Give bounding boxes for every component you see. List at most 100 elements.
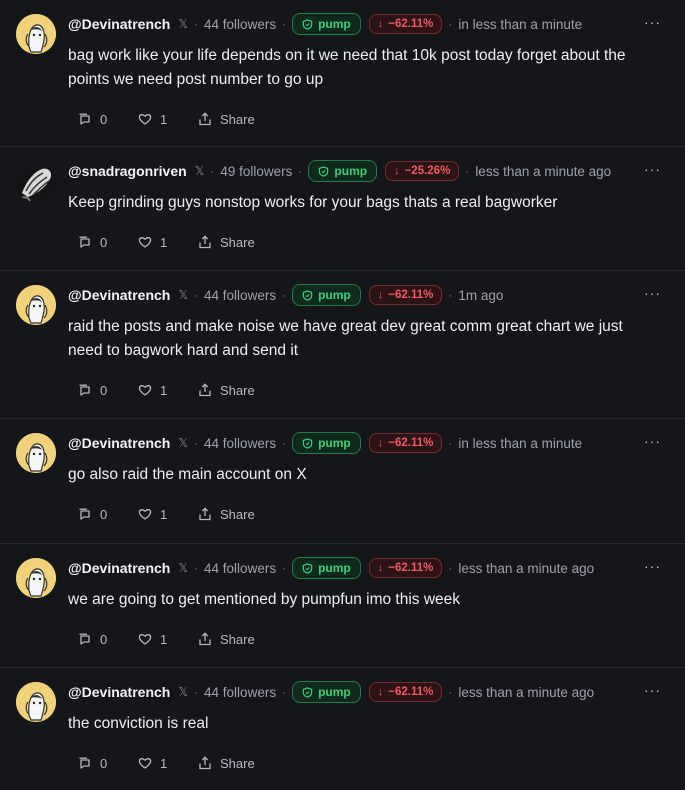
like-count: 1	[160, 111, 168, 127]
post-actions: 0 1 Share	[68, 504, 669, 524]
pump-badge[interactable]: pump	[292, 13, 361, 35]
avatar[interactable]	[16, 163, 56, 203]
like-button[interactable]: 1	[138, 756, 198, 771]
post-text: we are going to get mentioned by pumpfun…	[68, 591, 461, 608]
like-button[interactable]: 1	[138, 383, 198, 398]
reply-button[interactable]: 0	[78, 383, 138, 398]
share-button[interactable]: Share	[198, 112, 255, 127]
reply-count: 0	[100, 382, 108, 398]
post-time: less than a minute ago	[458, 560, 595, 576]
share-icon	[199, 383, 211, 397]
separator-dot: ·	[194, 561, 199, 575]
username[interactable]: @Devinatrench	[68, 560, 170, 576]
pump-badge[interactable]: pump	[292, 557, 361, 579]
x-icon[interactable]: 𝕏	[178, 686, 188, 698]
heart-icon	[138, 114, 152, 125]
separator-dot: ·	[194, 288, 199, 302]
post-actions: 0 1 Share	[68, 232, 669, 252]
more-options-icon[interactable]: ···	[644, 285, 661, 301]
avatar[interactable]	[16, 433, 56, 473]
like-count: 1	[160, 506, 168, 522]
followers-count: 49 followers	[220, 163, 293, 179]
separator-dot: ·	[282, 436, 287, 450]
username[interactable]: @snadragonriven	[68, 163, 187, 179]
more-options-icon[interactable]: ···	[644, 682, 661, 698]
pump-badge[interactable]: pump	[292, 681, 361, 703]
heart-icon	[138, 634, 152, 645]
post-actions: 0 1 Share	[68, 753, 669, 773]
reply-button[interactable]: 0	[78, 632, 138, 647]
x-icon[interactable]: 𝕏	[178, 437, 188, 449]
share-icon	[199, 112, 211, 126]
arrow-down-icon: ↓	[377, 562, 384, 574]
share-icon	[199, 756, 211, 770]
avatar[interactable]	[16, 558, 56, 598]
reply-button[interactable]: 0	[78, 235, 138, 250]
separator-dot: ·	[448, 17, 453, 31]
like-button[interactable]: 1	[138, 632, 198, 647]
separator-dot: ·	[448, 561, 453, 575]
more-options-icon[interactable]: ···	[644, 433, 661, 449]
avatar[interactable]	[16, 285, 56, 325]
post-time: in less than a minute	[458, 435, 583, 451]
post-header: @Devinatrench 𝕏 · 44 followers · pump ↓ …	[68, 283, 669, 307]
reply-button[interactable]: 0	[78, 507, 138, 522]
pump-badge-label: pump	[318, 288, 351, 302]
shield-icon	[302, 686, 313, 698]
more-options-icon[interactable]: ···	[644, 161, 661, 177]
share-button[interactable]: Share	[198, 507, 255, 522]
post-header: @Devinatrench 𝕏 · 44 followers · pump ↓ …	[68, 556, 669, 580]
shield-icon	[302, 18, 313, 30]
avatar[interactable]	[16, 682, 56, 722]
separator-dot: ·	[298, 164, 303, 178]
username[interactable]: @Devinatrench	[68, 435, 170, 451]
reply-button[interactable]: 0	[78, 112, 138, 127]
price-change-badge: ↓ −62.11%	[368, 285, 443, 305]
price-change-value: −62.11%	[388, 18, 434, 30]
like-button[interactable]: 1	[138, 112, 198, 127]
price-change-value: −62.11%	[388, 437, 434, 449]
share-label: Share	[220, 506, 255, 522]
pump-badge[interactable]: pump	[292, 284, 361, 306]
x-icon[interactable]: 𝕏	[178, 18, 188, 30]
reply-button[interactable]: 0	[78, 756, 138, 771]
pump-badge[interactable]: pump	[308, 160, 378, 182]
username[interactable]: @Devinatrench	[68, 16, 170, 32]
price-change-value: −62.11%	[388, 289, 434, 301]
price-change-badge: ↓ −62.11%	[368, 14, 443, 34]
separator-dot: ·	[282, 685, 287, 699]
followers-count: 44 followers	[204, 287, 277, 303]
separator-dot: ·	[282, 561, 287, 575]
shield-icon	[302, 289, 313, 301]
username[interactable]: @Devinatrench	[68, 287, 170, 303]
post-item: @Devinatrench 𝕏 · 44 followers · pump ↓ …	[0, 419, 685, 544]
share-button[interactable]: Share	[198, 235, 255, 250]
post-actions: 0 1 Share	[68, 629, 669, 649]
x-icon[interactable]: 𝕏	[195, 165, 205, 177]
price-change-value: −62.11%	[388, 686, 434, 698]
more-options-icon[interactable]: ···	[644, 14, 661, 30]
x-icon[interactable]: 𝕏	[178, 289, 188, 301]
like-button[interactable]: 1	[138, 507, 198, 522]
separator-dot: ·	[194, 685, 199, 699]
heart-icon	[138, 237, 152, 248]
like-count: 1	[160, 382, 168, 398]
share-button[interactable]: Share	[198, 383, 255, 398]
more-options-icon[interactable]: ···	[644, 558, 661, 574]
username[interactable]: @Devinatrench	[68, 684, 170, 700]
share-button[interactable]: Share	[198, 632, 255, 647]
pump-badge[interactable]: pump	[292, 432, 361, 454]
pump-badge-label: pump	[318, 17, 351, 31]
post-header: @Devinatrench 𝕏 · 44 followers · pump ↓ …	[68, 680, 669, 704]
share-icon	[199, 632, 211, 646]
post-text: Keep grinding guys nonstop works for you…	[68, 194, 558, 211]
post-item: @Devinatrench 𝕏 · 44 followers · pump ↓ …	[0, 271, 685, 419]
shield-icon	[319, 165, 329, 177]
separator-dot: ·	[448, 436, 453, 450]
x-icon[interactable]: 𝕏	[178, 562, 188, 574]
like-button[interactable]: 1	[138, 235, 198, 250]
share-button[interactable]: Share	[198, 756, 255, 771]
post-item: @Devinatrench 𝕏 · 44 followers · pump ↓ …	[0, 668, 685, 790]
arrow-down-icon: ↓	[377, 18, 384, 30]
avatar[interactable]	[16, 14, 56, 54]
